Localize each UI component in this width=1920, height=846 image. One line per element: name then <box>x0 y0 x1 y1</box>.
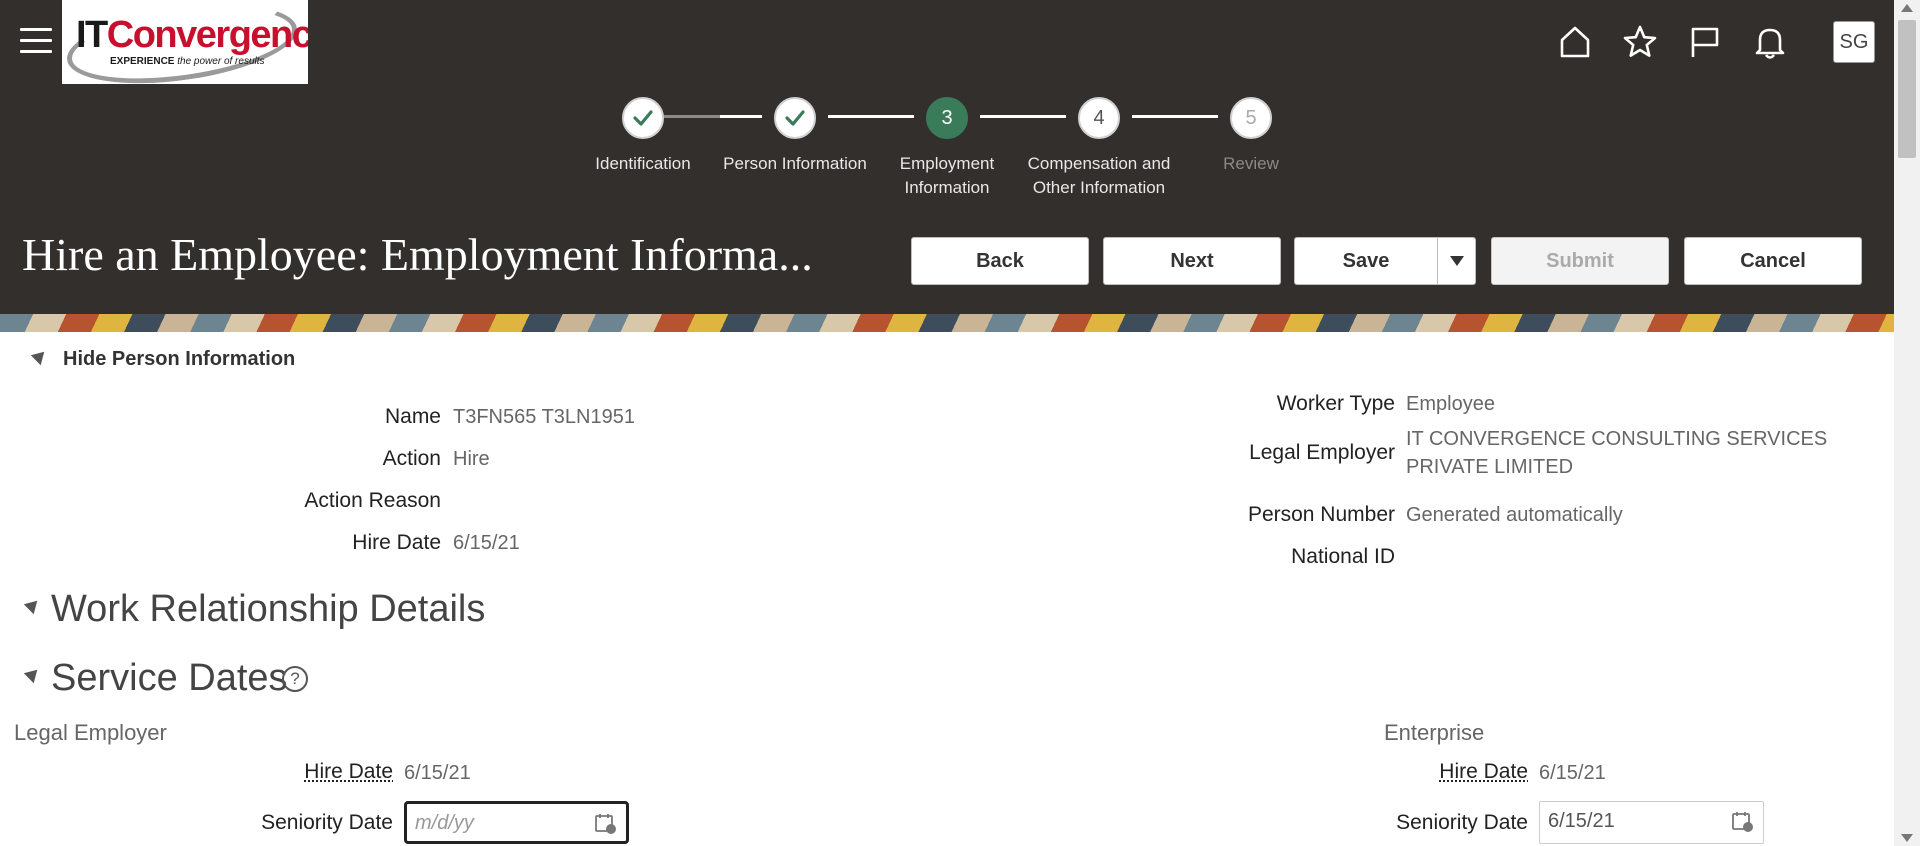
action-label: Action <box>382 447 441 470</box>
enterprise-subheader: Enterprise <box>1384 720 1485 745</box>
train-stop-review: 5 <box>1230 97 1272 139</box>
legal-employer-subheader: Legal Employer <box>14 720 167 745</box>
cancel-button[interactable]: Cancel <box>1684 237 1862 285</box>
train-label-identification[interactable]: Identification <box>558 152 728 176</box>
decorative-banner <box>0 314 1894 332</box>
legal-employer-hire-date-label[interactable]: Hire Date <box>304 760 393 784</box>
save-split-button: Save <box>1294 237 1476 285</box>
vertical-scrollbar[interactable] <box>1894 0 1920 846</box>
collapse-triangle-icon[interactable] <box>23 595 43 615</box>
hide-person-information-toggle[interactable]: Hide Person Information <box>63 348 295 371</box>
hire-date-value: 6/15/21 <box>453 532 520 554</box>
train-connector <box>828 115 914 118</box>
service-dates-section-title[interactable]: Service Dates <box>51 657 288 700</box>
train-label-employment-information[interactable]: Employment Information <box>862 152 1032 200</box>
header-bar: ITConvergence EXPERIENCE the power of re… <box>0 0 1894 314</box>
train-connector <box>980 115 1066 118</box>
help-icon[interactable]: ? <box>282 666 308 692</box>
enterprise-hire-date-label[interactable]: Hire Date <box>1439 760 1528 784</box>
train-label-review: Review <box>1223 154 1279 173</box>
logo-tagline: EXPERIENCE the power of results <box>110 56 265 67</box>
save-options-dropdown[interactable] <box>1437 238 1475 284</box>
train-stop-person-information[interactable] <box>774 97 816 139</box>
next-button[interactable]: Next <box>1103 237 1281 285</box>
enterprise-seniority-date-input[interactable] <box>1546 807 1706 835</box>
train-connector <box>720 115 762 118</box>
home-icon[interactable] <box>1553 20 1597 64</box>
user-avatar[interactable]: SG <box>1833 21 1875 63</box>
checkmark-icon <box>785 110 805 126</box>
company-logo[interactable]: ITConvergence EXPERIENCE the power of re… <box>62 0 308 84</box>
scrollbar-thumb[interactable] <box>1898 20 1916 158</box>
work-relationship-section-title[interactable]: Work Relationship Details <box>51 588 485 631</box>
action-reason-label: Action Reason <box>304 489 441 512</box>
train-connector <box>664 115 728 118</box>
flag-icon[interactable] <box>1683 20 1727 64</box>
national-id-label: National ID <box>1291 545 1395 568</box>
calendar-icon[interactable] <box>594 812 618 836</box>
submit-button: Submit <box>1491 237 1669 285</box>
legal-employer-hire-date-value: 6/15/21 <box>404 762 471 784</box>
legal-employer-seniority-date-input[interactable] <box>413 809 573 837</box>
train-stop-identification[interactable] <box>622 97 664 139</box>
enterprise-seniority-date-label: Seniority Date <box>1396 811 1528 834</box>
hire-date-label: Hire Date <box>352 531 441 554</box>
action-value: Hire <box>453 448 490 470</box>
train-label-compensation[interactable]: Compensation and Other Information <box>1014 152 1184 200</box>
collapse-triangle-icon[interactable] <box>30 346 50 366</box>
collapse-triangle-icon[interactable] <box>23 664 43 684</box>
page-title: Hire an Employee: Employment Informa... <box>22 229 813 280</box>
train-label-person-information[interactable]: Person Information <box>710 152 880 176</box>
scroll-down-arrow-icon[interactable] <box>1901 834 1913 842</box>
enterprise-seniority-date-field[interactable] <box>1539 801 1764 844</box>
train-stop-compensation[interactable]: 4 <box>1078 97 1120 139</box>
person-number-value: Generated automatically <box>1406 504 1623 526</box>
legal-employer-seniority-date-field[interactable] <box>404 801 629 844</box>
name-label: Name <box>384 405 441 428</box>
logo-wordmark: ITConvergence <box>76 14 308 56</box>
save-button[interactable]: Save <box>1295 238 1437 284</box>
train-connector <box>1132 115 1218 118</box>
legal-employer-seniority-date-label: Seniority Date <box>261 811 393 834</box>
legal-employer-value-line2: PRIVATE LIMITED <box>1406 456 1574 478</box>
scroll-up-arrow-icon[interactable] <box>1901 4 1913 12</box>
checkmark-icon <box>633 110 653 126</box>
legal-employer-value-line1: IT CONVERGENCE CONSULTING SERVICES <box>1406 428 1828 450</box>
train-stop-employment-information[interactable]: 3 <box>926 97 968 139</box>
back-button[interactable]: Back <box>911 237 1089 285</box>
chevron-down-icon <box>1450 256 1464 266</box>
worker-type-label: Worker Type <box>1276 392 1395 415</box>
bell-icon[interactable] <box>1748 20 1792 64</box>
hamburger-menu-icon[interactable] <box>20 28 52 54</box>
worker-type-value: Employee <box>1406 393 1495 415</box>
enterprise-hire-date-value: 6/15/21 <box>1539 762 1606 784</box>
legal-employer-label: Legal Employer <box>1249 441 1395 464</box>
calendar-icon[interactable] <box>1731 810 1755 834</box>
name-value: T3FN565 T3LN1951 <box>453 406 635 428</box>
star-icon[interactable] <box>1618 20 1662 64</box>
person-number-label: Person Number <box>1247 503 1395 526</box>
